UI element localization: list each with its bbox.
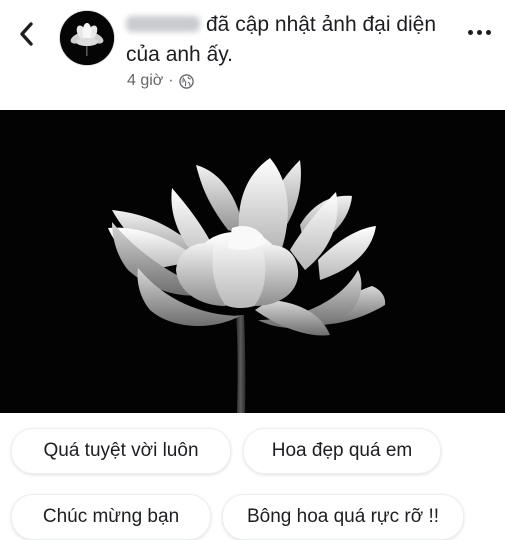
- chevron-left-icon: [20, 22, 33, 46]
- globe-icon[interactable]: [178, 73, 194, 89]
- post-meta: 4 giờ ·: [127, 71, 194, 91]
- more-dots-icon: [467, 29, 473, 35]
- post-time[interactable]: 4 giờ: [127, 72, 163, 90]
- back-button[interactable]: [12, 17, 40, 51]
- suggested-comment-3[interactable]: Chúc mừng bạn: [11, 494, 211, 540]
- meta-separator: ·: [168, 72, 174, 89]
- profile-avatar[interactable]: [60, 11, 114, 65]
- suggested-comment-4[interactable]: Bông hoa quá rực rỡ !!: [222, 494, 464, 540]
- author-name-blurred[interactable]: [126, 16, 200, 32]
- post-photo[interactable]: [0, 110, 505, 413]
- lotus-flower-image: [0, 110, 505, 413]
- lotus-avatar-image: [60, 11, 114, 65]
- suggested-comment-2[interactable]: Hoa đẹp quá em: [243, 428, 441, 474]
- suggested-comment-1[interactable]: Quá tuyệt vời luôn: [11, 428, 231, 474]
- post-headline: đã cập nhật ảnh đại diện của anh ấy.: [126, 10, 441, 70]
- more-options-button[interactable]: [462, 22, 496, 42]
